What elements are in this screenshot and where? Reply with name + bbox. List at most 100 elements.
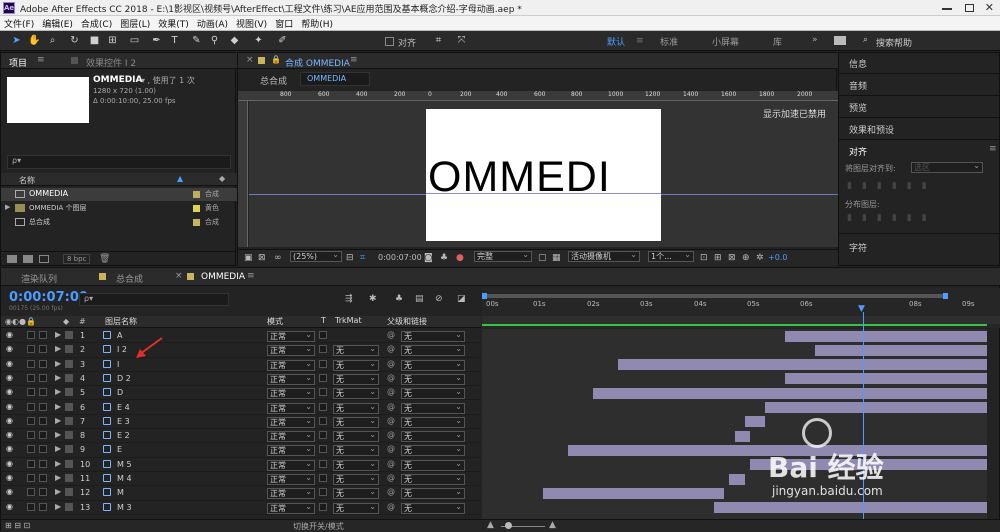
solo-toggle[interactable]: [27, 331, 35, 339]
label-column-icon[interactable]: ◆: [219, 174, 225, 183]
layer-row[interactable]: ◉ ▶ 8 E 2 正常 无 @ 无: [1, 429, 481, 444]
visibility-eye-icon[interactable]: ◉: [6, 473, 13, 482]
expand-arrow-icon[interactable]: ▶: [55, 487, 61, 496]
delete-icon[interactable]: 🗑: [99, 254, 110, 264]
blend-mode-select[interactable]: 正常: [267, 444, 315, 457]
label-swatch[interactable]: [65, 459, 73, 468]
pick-whip-icon[interactable]: @: [387, 473, 395, 482]
expand-arrow-icon[interactable]: ▶: [5, 203, 10, 211]
blend-mode-select[interactable]: 正常: [267, 487, 315, 500]
track-matte-select[interactable]: 无: [333, 344, 379, 357]
visibility-eye-icon[interactable]: ◉: [6, 359, 13, 368]
pick-whip-icon[interactable]: @: [387, 359, 395, 368]
parent-select[interactable]: 无: [401, 387, 465, 400]
zoom-slider-thumb[interactable]: [505, 522, 512, 529]
parent-select[interactable]: 无: [401, 373, 465, 385]
layer-row[interactable]: ◉ ▶ 3 I 正常 无 @ 无: [1, 358, 481, 372]
text-tool-icon[interactable]: T: [168, 34, 181, 47]
pick-whip-icon[interactable]: @: [387, 373, 395, 382]
preserve-transparency-toggle[interactable]: [319, 359, 327, 368]
layer-duration-bar[interactable]: [785, 373, 987, 385]
layer-row[interactable]: ◉ ▶ 12 M 正常 无 @ 无: [1, 486, 481, 501]
parent-select[interactable]: 无: [401, 330, 465, 342]
project-item-row[interactable]: 总合成 合成: [1, 216, 237, 229]
expand-arrow-icon[interactable]: ▶: [55, 359, 61, 368]
parent-select[interactable]: 无: [401, 444, 465, 457]
lock-toggle[interactable]: [39, 459, 47, 468]
audio-panel-tab[interactable]: 音频: [849, 79, 867, 92]
menu-edit[interactable]: 编辑(E): [38, 16, 77, 31]
rectangle-tool-icon[interactable]: ▭: [128, 34, 141, 47]
character-panel-tab[interactable]: 字符: [849, 241, 867, 254]
close-tab-icon[interactable]: ×: [175, 271, 183, 281]
current-time[interactable]: 0:00:07:00: [378, 253, 422, 262]
solo-toggle[interactable]: [27, 416, 35, 425]
label-swatch[interactable]: [65, 431, 73, 440]
expand-arrow-icon[interactable]: ▶: [55, 373, 61, 382]
brush-tool-icon[interactable]: ✎: [190, 34, 203, 47]
layer-duration-bar[interactable]: [542, 487, 725, 499]
help-search-input[interactable]: 搜索帮助: [876, 36, 912, 49]
views-select[interactable]: 1个...: [648, 250, 694, 262]
main-comp-tab[interactable]: 总合成: [116, 272, 143, 285]
pick-whip-icon[interactable]: @: [387, 416, 395, 425]
blend-mode-select[interactable]: 正常: [267, 387, 315, 400]
preserve-transparency-toggle[interactable]: [319, 488, 327, 497]
project-item-row[interactable]: OMMEDIA 合成: [1, 188, 237, 201]
track-matte-select[interactable]: 无: [333, 359, 379, 371]
preserve-transparency-toggle[interactable]: [319, 416, 327, 425]
project-search-input[interactable]: ρ▾: [7, 155, 231, 169]
track-matte-select[interactable]: 无: [333, 373, 379, 385]
blend-mode-select[interactable]: 正常: [267, 344, 315, 357]
effect-controls-tab[interactable]: 效果控件 I 2: [86, 56, 136, 69]
preserve-transparency-toggle[interactable]: [319, 459, 327, 468]
pick-whip-icon[interactable]: @: [387, 459, 395, 468]
solo-toggle[interactable]: [27, 474, 35, 482]
visibility-eye-icon[interactable]: ◉: [6, 373, 13, 382]
lock-toggle[interactable]: [39, 416, 47, 425]
solo-toggle[interactable]: [27, 459, 35, 468]
composition-tab[interactable]: 合成 OMMEDIA: [285, 56, 350, 69]
rotate-tool-icon[interactable]: ↻: [68, 34, 81, 47]
work-area-start-handle[interactable]: [482, 293, 487, 299]
preserve-transparency-toggle[interactable]: [319, 402, 327, 411]
graph-editor-icon[interactable]: ◪: [457, 294, 466, 304]
effects-presets-panel-tab[interactable]: 效果和预设: [849, 123, 894, 136]
panel-menu-icon[interactable]: ≡: [989, 144, 997, 154]
playhead-icon[interactable]: ▼: [858, 304, 865, 314]
menu-animation[interactable]: 动画(A): [193, 16, 232, 31]
parent-select[interactable]: 无: [401, 459, 465, 471]
roto-brush-tool-icon[interactable]: ✦: [252, 34, 265, 47]
solo-toggle[interactable]: [27, 388, 35, 397]
exposure-value[interactable]: +0.0: [768, 253, 787, 262]
label-swatch[interactable]: [65, 488, 73, 497]
parent-select[interactable]: 无: [401, 402, 465, 414]
render-queue-tab[interactable]: 渲染队列: [21, 272, 57, 285]
label-swatch[interactable]: [65, 416, 73, 425]
show-snapshot-icon[interactable]: ♣: [440, 253, 448, 263]
zoom-tool-icon[interactable]: ⌕: [46, 34, 59, 47]
preserve-transparency-toggle[interactable]: [319, 345, 327, 354]
time-ruler[interactable]: 00s 01s 02s 03s 04s 05s 06s 08s 09s: [482, 288, 1000, 328]
lock-toggle[interactable]: [39, 474, 47, 482]
label-swatch[interactable]: [65, 502, 73, 511]
composition-mini-flowchart-icon[interactable]: ⇶: [345, 294, 353, 304]
label-swatch[interactable]: [65, 445, 73, 454]
lock-toggle[interactable]: [39, 502, 47, 511]
blend-mode-select[interactable]: 正常: [267, 430, 315, 443]
new-composition-icon[interactable]: [39, 255, 49, 263]
more-workspaces-icon[interactable]: »: [812, 35, 818, 45]
parent-select[interactable]: 无: [401, 502, 465, 514]
menu-composition[interactable]: 合成(C): [77, 16, 116, 31]
hand-tool-icon[interactable]: ✋: [28, 34, 41, 47]
zoom-in-icon[interactable]: ▲: [549, 520, 556, 530]
blend-mode-select[interactable]: 正常: [267, 402, 315, 414]
workspace-small-screen[interactable]: 小屏幕: [712, 35, 739, 48]
preview-panel-tab[interactable]: 预览: [849, 101, 867, 114]
align-to-select[interactable]: 选区: [911, 161, 983, 173]
visibility-eye-icon[interactable]: ◉: [6, 444, 13, 453]
parent-header[interactable]: 父级和链接: [387, 316, 427, 327]
visibility-eye-icon[interactable]: ◉: [6, 487, 13, 496]
lock-toggle[interactable]: [39, 488, 47, 497]
guides-icon[interactable]: ⊟: [346, 253, 354, 263]
